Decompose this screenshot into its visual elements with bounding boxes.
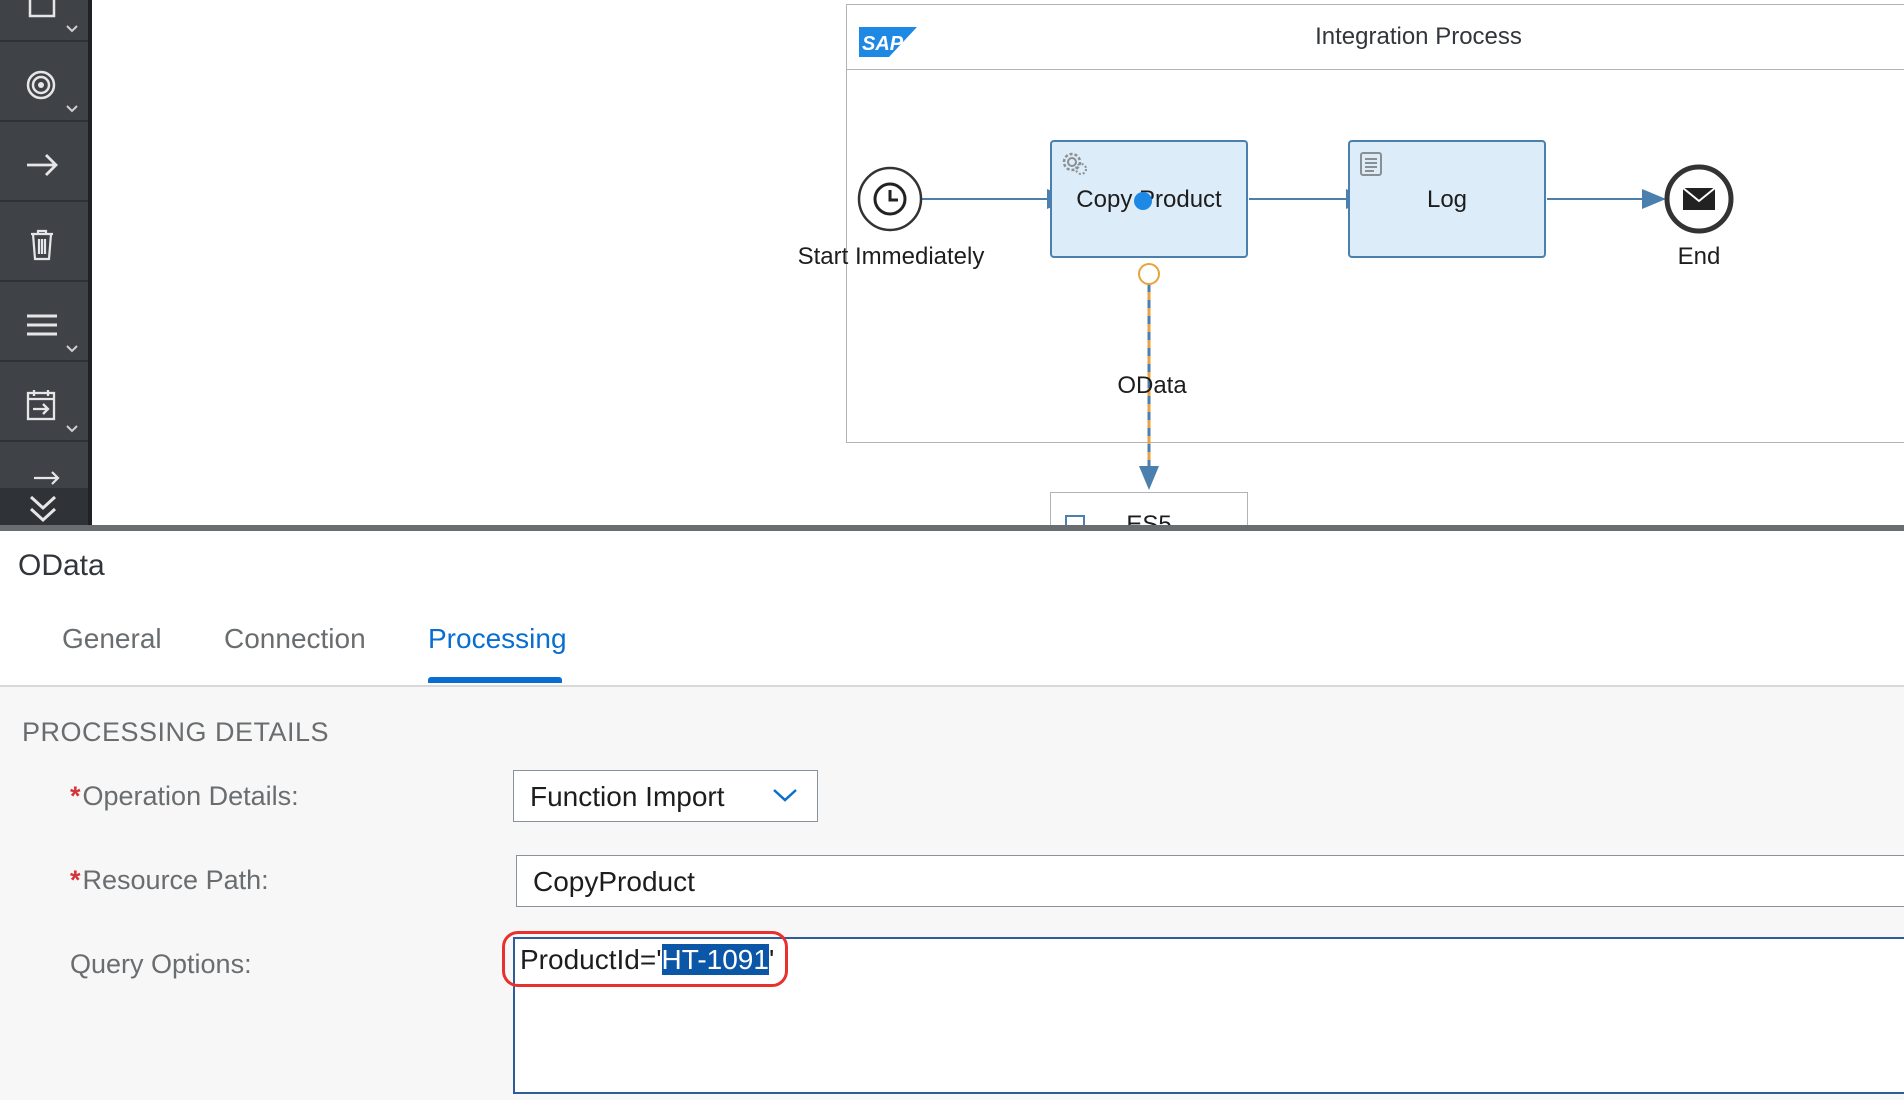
end-event-label: End: [1677, 243, 1721, 270]
resource-path-input[interactable]: CopyProduct: [516, 855, 1904, 907]
task-label: Log: [1426, 186, 1468, 213]
chevron-down-icon: [66, 105, 78, 113]
palette-tool-message-flow[interactable]: [0, 444, 88, 488]
tab-connection[interactable]: Connection: [224, 623, 366, 655]
chevron-down-icon: [773, 789, 797, 802]
palette-tool-participant[interactable]: [0, 0, 88, 42]
chevron-down-icon: [66, 425, 78, 433]
trash-icon: [31, 229, 53, 261]
resource-path-label: *Resource Path:: [70, 865, 269, 895]
chevron-down-icon: [66, 345, 78, 353]
operation-details-select[interactable]: Function Import: [513, 770, 818, 822]
adapter-arrowhead: [1139, 466, 1159, 490]
task-log[interactable]: Log: [1348, 140, 1546, 258]
palette-tool-steps[interactable]: [0, 284, 88, 362]
operation-details-value: Function Import: [530, 781, 725, 812]
annotation-highlight: [502, 931, 788, 987]
palette-tool-delete[interactable]: [0, 204, 88, 282]
design-canvas[interactable]: SAP Integration Process Copy Product Log…: [92, 0, 1904, 525]
required-marker: *: [70, 781, 81, 811]
receiver-label: ES5: [1126, 511, 1172, 525]
required-marker: *: [70, 865, 81, 895]
double-chevron-down-icon: [29, 495, 57, 523]
calendar-import-icon: [26, 390, 56, 421]
hamburger-menu-icon: [27, 314, 57, 336]
active-tab-indicator: [428, 677, 562, 683]
arrow-right-icon: [27, 154, 58, 176]
palette-tool-events[interactable]: [0, 44, 88, 122]
selection-dot: [1134, 192, 1152, 210]
task-copy-product[interactable]: Copy Product: [1050, 140, 1248, 258]
odata-connection-label[interactable]: OData: [1102, 372, 1202, 400]
start-event-label: Start Immediately: [797, 243, 985, 270]
panel-title: OData: [18, 549, 105, 582]
envelope-icon: [1682, 187, 1716, 210]
gear-icon: [1062, 152, 1087, 175]
script-icon: [1360, 152, 1382, 176]
operation-details-label: *Operation Details:: [70, 781, 299, 811]
palette-tool-connect[interactable]: [0, 124, 88, 202]
tool-palette: [0, 0, 92, 532]
section-title: PROCESSING DETAILS: [22, 717, 330, 747]
receiver-es5[interactable]: ES5: [1050, 492, 1248, 525]
palette-tool-external-call[interactable]: [0, 364, 88, 442]
target-icon: [26, 70, 56, 100]
tab-bar: General Connection Processing: [0, 611, 1904, 687]
tab-general[interactable]: General: [62, 623, 162, 655]
query-options-label: Query Options:: [70, 949, 252, 979]
tab-processing[interactable]: Processing: [428, 623, 567, 655]
arrowhead: [1642, 189, 1666, 209]
chevron-down-icon: [66, 25, 78, 33]
resource-path-value: CopyProduct: [533, 866, 695, 897]
adapter-anchor-point: [1138, 263, 1160, 285]
rectangle-icon: [28, 0, 56, 18]
